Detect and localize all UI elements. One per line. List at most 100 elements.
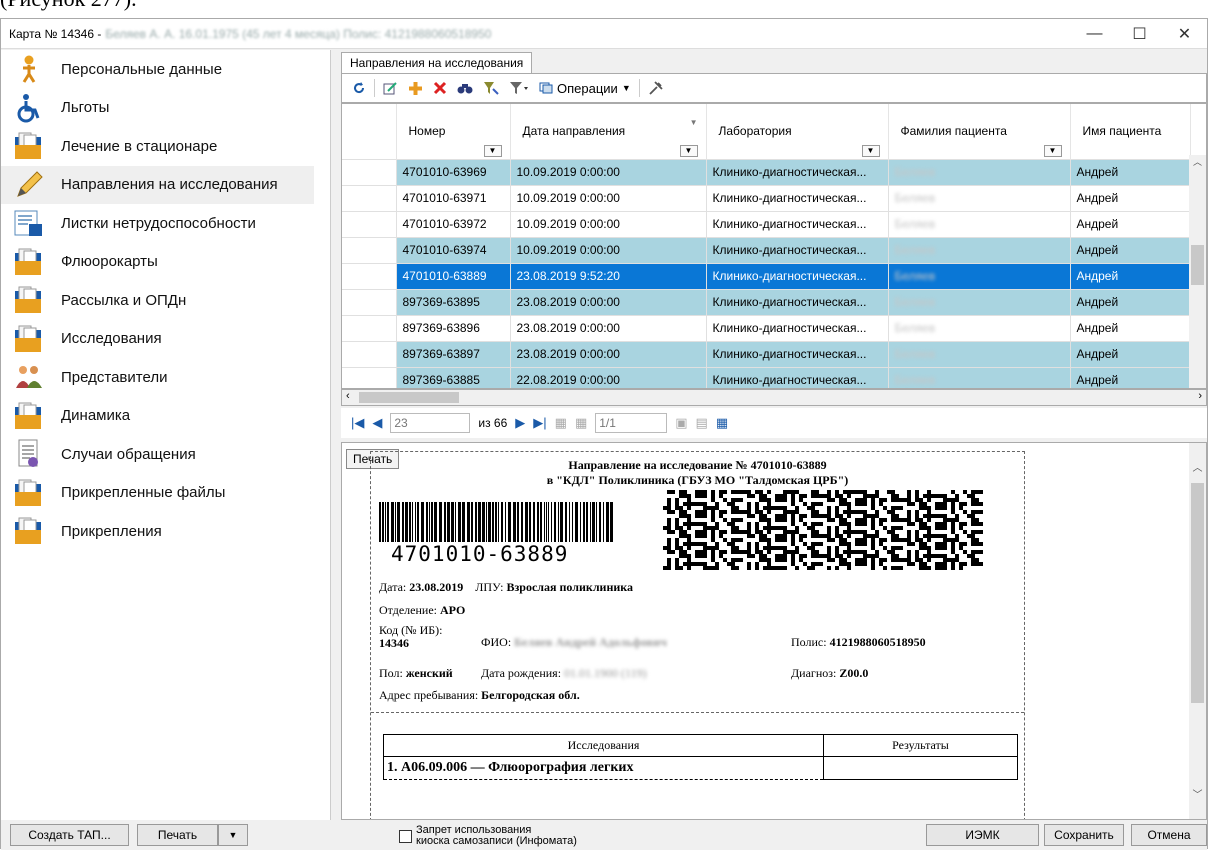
- sidebar-item[interactable]: Динамика: [1, 397, 330, 436]
- cell-name[interactable]: Андрей: [1069, 288, 1191, 316]
- report-nav-icon[interactable]: ▦: [555, 415, 567, 431]
- cell-surname[interactable]: Беляев: [887, 158, 1071, 186]
- report-vertical-scrollbar[interactable]: ︿ ﹀: [1189, 443, 1206, 819]
- cell-lab[interactable]: Клинико-диагностическая...: [705, 210, 889, 238]
- table-view-icon[interactable]: ▦: [716, 415, 728, 431]
- scroll-up-icon[interactable]: ︿: [1189, 459, 1206, 474]
- last-page-icon[interactable]: ▶|: [533, 415, 546, 431]
- row-header[interactable]: [342, 340, 397, 368]
- filter-icon[interactable]: [507, 81, 531, 95]
- cell-surname[interactable]: Беляев: [887, 184, 1071, 212]
- cell-date[interactable]: 10.09.2019 0:00:00: [509, 158, 707, 186]
- iemk-button[interactable]: ИЭМК: [926, 824, 1039, 846]
- sidebar-item[interactable]: Льготы: [1, 89, 330, 128]
- cell-num[interactable]: 897369-63896: [395, 314, 511, 342]
- add-icon[interactable]: [406, 81, 425, 96]
- cell-surname[interactable]: Беляев: [887, 366, 1071, 388]
- cell-lab[interactable]: Клинико-диагностическая...: [705, 340, 889, 368]
- row-header[interactable]: [342, 158, 397, 186]
- column-header-number[interactable]: Номер ▼: [396, 104, 511, 159]
- cell-name[interactable]: Андрей: [1069, 340, 1191, 368]
- column-filter-dropdown[interactable]: ▼: [483, 144, 502, 157]
- cell-surname[interactable]: Беляев: [887, 288, 1071, 316]
- cell-date[interactable]: 23.08.2019 0:00:00: [509, 288, 707, 316]
- table-row[interactable]: 897369-63895 23.08.2019 0:00:00 Клинико-ди…: [342, 288, 1191, 316]
- cell-lab[interactable]: Клинико-диагностическая...: [705, 288, 889, 316]
- sidebar-item[interactable]: Исследования: [1, 320, 330, 359]
- edit-icon[interactable]: [381, 81, 400, 96]
- cell-name[interactable]: Андрей: [1069, 158, 1191, 186]
- cell-num[interactable]: 897369-63895: [395, 288, 511, 316]
- sidebar-item[interactable]: Прикрепленные файлы: [1, 474, 330, 513]
- report-page-input[interactable]: [595, 413, 668, 433]
- create-tap-button[interactable]: Создать ТАП...: [10, 824, 129, 846]
- scroll-down-icon[interactable]: ﹀: [1189, 786, 1206, 801]
- cell-surname[interactable]: Беляев: [887, 340, 1071, 368]
- table-row[interactable]: 4701010-63971 10.09.2019 0:00:00 Клинико-д…: [342, 184, 1191, 212]
- sidebar-item[interactable]: Направления на исследования: [1, 165, 314, 204]
- cell-name[interactable]: Андрей: [1069, 184, 1191, 212]
- cell-date[interactable]: 22.08.2019 0:00:00: [509, 366, 707, 388]
- sidebar-item[interactable]: Лечение в стационаре: [1, 127, 330, 166]
- cell-num[interactable]: 897369-63897: [395, 340, 511, 368]
- grid-horizontal-scrollbar[interactable]: ‹ ›: [341, 389, 1207, 406]
- row-header[interactable]: [342, 184, 397, 212]
- column-header-lab[interactable]: Лаборатория ▼: [706, 104, 889, 159]
- cell-date[interactable]: 10.09.2019 0:00:00: [509, 184, 707, 212]
- cell-name[interactable]: Андрей: [1069, 366, 1191, 388]
- cell-surname[interactable]: Беляев: [887, 236, 1071, 264]
- cell-num[interactable]: 4701010-63974: [395, 236, 511, 264]
- cell-name[interactable]: Андрей: [1069, 236, 1191, 264]
- next-page-icon[interactable]: ▶: [515, 415, 525, 431]
- table-row[interactable]: 897369-63885 22.08.2019 0:00:00 Клинико-ди…: [342, 366, 1191, 388]
- cell-date[interactable]: 10.09.2019 0:00:00: [509, 210, 707, 238]
- cell-lab[interactable]: Клинико-диагностическая...: [705, 314, 889, 342]
- operations-menu[interactable]: Операции ▼: [537, 81, 633, 96]
- cell-date[interactable]: 10.09.2019 0:00:00: [509, 236, 707, 264]
- prev-page-icon[interactable]: ◀: [372, 415, 382, 431]
- table-row[interactable]: ► 4701010-63889 23.08.2019 9:52:20 Клинико-…: [342, 262, 1191, 290]
- table-row[interactable]: 4701010-63969 10.09.2019 0:00:00 Клинико-д…: [342, 158, 1191, 186]
- filter-settings-icon[interactable]: [481, 81, 501, 95]
- column-filter-dropdown[interactable]: ▼: [679, 144, 698, 157]
- table-row[interactable]: 4701010-63972 10.09.2019 0:00:00 Клинико-д…: [342, 210, 1191, 238]
- row-header[interactable]: ►: [342, 262, 397, 290]
- cell-lab[interactable]: Клинико-диагностическая...: [705, 236, 889, 264]
- column-header-date[interactable]: Дата направления ▼ ▼: [510, 104, 707, 159]
- zoom-icon[interactable]: ▣: [675, 415, 687, 431]
- scroll-up-icon[interactable]: ︿: [1189, 155, 1206, 172]
- table-row[interactable]: 897369-63897 23.08.2019 0:00:00 Клинико-ди…: [342, 340, 1191, 368]
- cell-date[interactable]: 23.08.2019 9:52:20: [509, 262, 707, 290]
- delete-icon[interactable]: [431, 81, 449, 95]
- scroll-thumb[interactable]: [1191, 483, 1204, 703]
- cell-num[interactable]: 4701010-63972: [395, 210, 511, 238]
- tab-referrals[interactable]: Направления на исследования: [341, 52, 533, 73]
- save-button[interactable]: Сохранить: [1044, 824, 1124, 846]
- column-filter-dropdown[interactable]: ▼: [1043, 144, 1062, 157]
- export-icon[interactable]: ▤: [696, 415, 708, 431]
- cell-name[interactable]: Андрей: [1069, 210, 1191, 238]
- sidebar-item[interactable]: Представители: [1, 358, 330, 397]
- table-row[interactable]: 897369-63896 23.08.2019 0:00:00 Клинико-ди…: [342, 314, 1191, 342]
- cell-num[interactable]: 4701010-63889: [395, 262, 511, 290]
- report-nav-icon[interactable]: ▦: [575, 415, 587, 431]
- cell-num[interactable]: 4701010-63969: [395, 158, 511, 186]
- sidebar-item[interactable]: Флюорокарты: [1, 243, 330, 282]
- cell-surname[interactable]: Беляев: [887, 314, 1071, 342]
- cell-name[interactable]: Андрей: [1069, 262, 1191, 290]
- settings-icon[interactable]: [646, 80, 666, 96]
- maximize-button[interactable]: ☐: [1117, 19, 1162, 49]
- kiosk-ban-checkbox[interactable]: [399, 829, 412, 843]
- cell-lab[interactable]: Клинико-диагностическая...: [705, 158, 889, 186]
- cell-surname[interactable]: Беляев: [887, 262, 1071, 290]
- first-page-icon[interactable]: |◀: [351, 415, 364, 431]
- cell-name[interactable]: Андрей: [1069, 314, 1191, 342]
- sidebar-item[interactable]: Листки нетрудоспособности: [1, 204, 330, 243]
- find-icon[interactable]: [455, 81, 475, 95]
- sidebar-item[interactable]: Рассылка и ОПДн: [1, 281, 330, 320]
- print-button[interactable]: Печать: [137, 824, 218, 846]
- column-header-surname[interactable]: Фамилия пациента ▼: [888, 104, 1071, 159]
- row-header[interactable]: [342, 288, 397, 316]
- column-filter-dropdown[interactable]: ▼: [861, 144, 880, 157]
- sidebar-item[interactable]: Персональные данные: [1, 50, 330, 89]
